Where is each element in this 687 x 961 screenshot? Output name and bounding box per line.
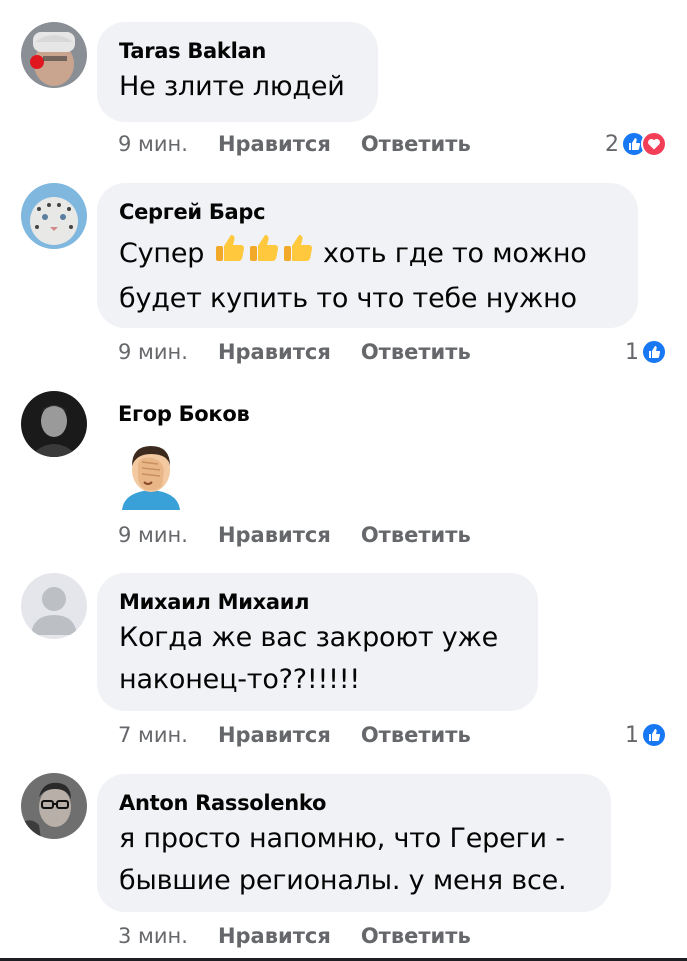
comment-time[interactable]: 9 мин. xyxy=(118,340,188,364)
avatar[interactable] xyxy=(21,183,87,249)
comment-text: Когда же вас закроют уже xyxy=(119,622,499,653)
reply-button[interactable]: Ответить xyxy=(361,924,471,948)
like-button[interactable]: Нравится xyxy=(218,924,331,948)
thumbs-up-icon xyxy=(281,231,315,278)
like-button[interactable]: Нравится xyxy=(218,340,331,364)
comment-text: будет купить то что тебе нужно xyxy=(119,283,577,314)
comment-time[interactable]: 7 мин. xyxy=(118,723,188,747)
comment-text: Не злите людей xyxy=(119,71,345,102)
reaction-summary[interactable]: 1 xyxy=(625,337,667,367)
comment-actions: 7 мин. Нравится Ответить xyxy=(118,720,501,750)
avatar[interactable] xyxy=(21,773,87,839)
avatar[interactable] xyxy=(21,391,87,457)
like-icon xyxy=(641,722,667,748)
like-button[interactable]: Нравится xyxy=(218,523,331,547)
comment-bubble: Anton Rassolenko я просто напомню, что Г… xyxy=(97,774,611,912)
comment-actions: 9 мин. Нравится Ответить xyxy=(118,129,501,159)
facepalm-icon xyxy=(118,442,184,515)
reaction-summary[interactable]: 2 xyxy=(605,129,667,159)
comment-time[interactable]: 9 мин. xyxy=(118,523,188,547)
comment-time[interactable]: 9 мин. xyxy=(118,132,188,156)
comment-bubble: Сергей Барс Супер хоть где то можно буде… xyxy=(97,183,638,328)
reply-button[interactable]: Ответить xyxy=(361,132,471,156)
reply-button[interactable]: Ответить xyxy=(361,523,471,547)
reaction-count: 2 xyxy=(605,131,619,157)
like-icon xyxy=(641,339,667,365)
comment-text-part: хоть где то можно xyxy=(323,238,587,269)
thumbs-up-icon xyxy=(247,231,281,278)
comment-author[interactable]: Сергей Барс xyxy=(119,199,616,225)
comment-text: я просто напомню, что Гереги - xyxy=(119,823,565,854)
reaction-count: 1 xyxy=(625,339,639,365)
comment-author[interactable]: Anton Rassolenko xyxy=(119,790,589,816)
comment-text-part: Супер xyxy=(119,238,205,269)
reaction-count: 1 xyxy=(625,722,639,748)
like-button[interactable]: Нравится xyxy=(218,132,331,156)
comment-bubble: Taras Baklan Не злите людей xyxy=(97,22,378,122)
comment-text: Супер хоть где то можно xyxy=(119,231,616,278)
comment-bubble: Михаил Михаил Когда же вас закроют уже н… xyxy=(97,573,538,711)
comment-text: наконец-то??!!!!! xyxy=(119,664,361,695)
comment-author[interactable]: Михаил Михаил xyxy=(119,589,516,615)
reaction-summary[interactable]: 1 xyxy=(625,720,667,750)
avatar[interactable] xyxy=(21,22,87,88)
avatar[interactable] xyxy=(21,573,87,639)
comment-time[interactable]: 3 мин. xyxy=(118,924,188,948)
comment-actions: 9 мин. Нравится Ответить xyxy=(118,337,501,367)
comment-actions: 3 мин. Нравится Ответить xyxy=(118,921,501,951)
like-button[interactable]: Нравится xyxy=(218,723,331,747)
comment-actions: 9 мин. Нравится Ответить xyxy=(118,520,501,550)
comment-text: бывшие регионалы. у меня все. xyxy=(119,865,567,896)
thumbs-up-icon xyxy=(213,231,247,278)
comment-author[interactable]: Егор Боков xyxy=(118,401,250,427)
comment-author[interactable]: Taras Baklan xyxy=(119,38,356,64)
love-icon xyxy=(641,131,667,157)
reply-button[interactable]: Ответить xyxy=(361,340,471,364)
reply-button[interactable]: Ответить xyxy=(361,723,471,747)
